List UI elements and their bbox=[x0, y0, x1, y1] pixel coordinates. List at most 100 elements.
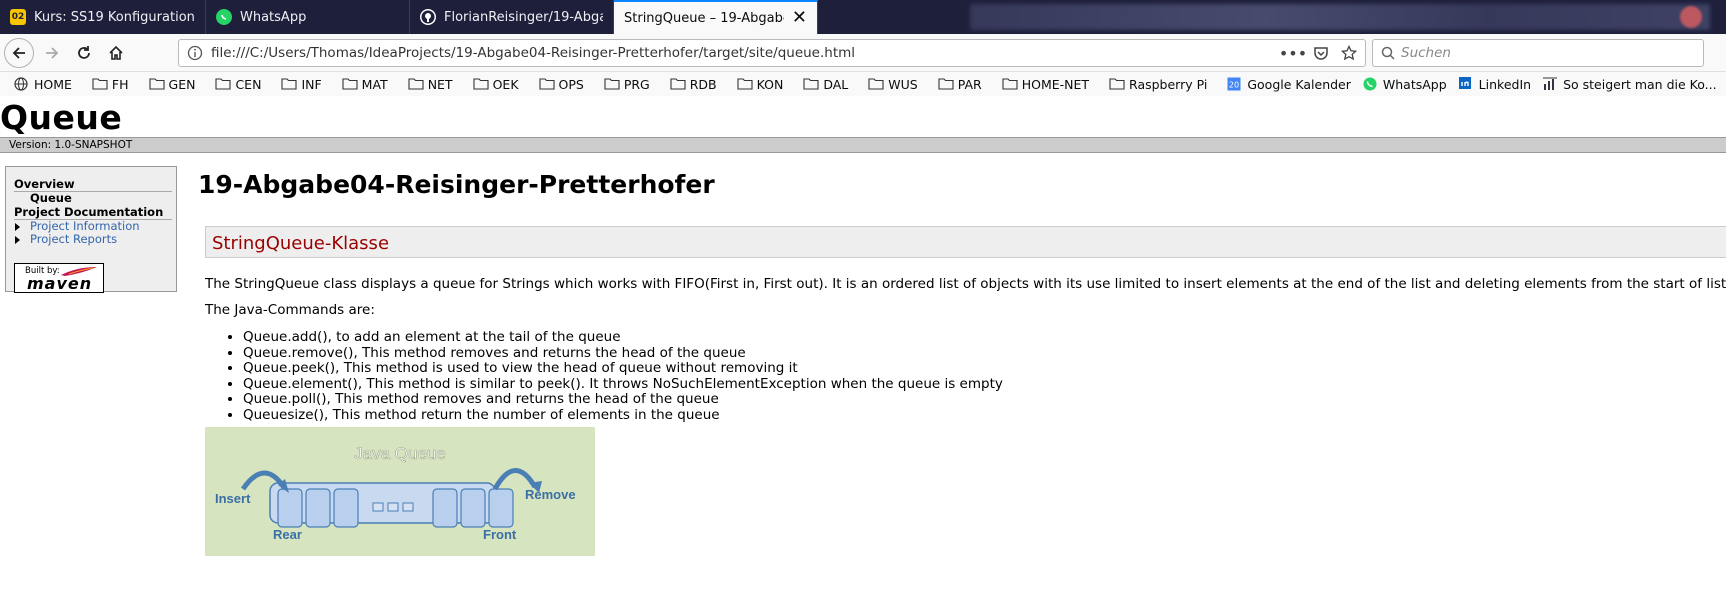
commands-list: Queue.add(), to add an element at the ta… bbox=[243, 329, 1003, 424]
home-button[interactable] bbox=[102, 39, 130, 67]
reload-icon bbox=[78, 46, 90, 59]
calendar-icon: 20 bbox=[1227, 77, 1243, 91]
queue-slot bbox=[460, 488, 486, 528]
back-button[interactable] bbox=[4, 38, 34, 68]
bookmark-item[interactable]: NET bbox=[404, 73, 457, 95]
front-label: Front bbox=[483, 527, 517, 542]
bookmark-item[interactable]: HOME-NET bbox=[998, 73, 1093, 95]
bookmark-label: LinkedIn bbox=[1478, 76, 1532, 92]
bookmark-item[interactable]: OPS bbox=[535, 73, 588, 95]
java-queue-diagram: Java Queue Insert Remove Rear Front bbox=[205, 427, 595, 556]
ellipsis-box bbox=[387, 502, 399, 512]
tab-strip: 02 Kurs: SS19 Konfigurationsmana WhatsAp… bbox=[0, 0, 1726, 34]
bookmark-label: RDB bbox=[689, 76, 717, 92]
list-item: Queue.element(), This method is similar … bbox=[243, 376, 1003, 393]
tab-title: StringQueue – 19-Abgabe04-Reisin bbox=[624, 10, 784, 26]
info-icon[interactable] bbox=[187, 45, 203, 61]
globe-icon bbox=[14, 77, 30, 91]
site-title: Queue bbox=[0, 98, 123, 137]
bookmark-item[interactable]: PAR bbox=[934, 73, 986, 95]
back-arrow-icon bbox=[12, 47, 25, 59]
linkedin-icon bbox=[1458, 77, 1475, 91]
queue-slot bbox=[333, 488, 359, 528]
tab-whatsapp[interactable]: WhatsApp bbox=[206, 0, 410, 34]
page-actions-button[interactable]: ••• bbox=[1279, 41, 1307, 65]
bookmarks-toolbar: HOME FH GEN CEN INF MAT NET OEK OPS PRG RDB KON DAL W… bbox=[0, 72, 1726, 96]
bookmark-item[interactable]: WUS bbox=[864, 73, 921, 95]
expand-triangle-icon bbox=[15, 236, 20, 244]
bookmark-label: INF bbox=[301, 76, 322, 92]
github-icon bbox=[420, 9, 436, 25]
blurred-badge bbox=[1680, 6, 1702, 28]
bookmark-item[interactable]: DAL bbox=[799, 73, 852, 95]
bookmark-item[interactable]: HOME bbox=[10, 73, 76, 95]
bookmark-label: NET bbox=[427, 76, 453, 92]
nav-link-label: Project Information bbox=[30, 219, 140, 233]
tab-title: WhatsApp bbox=[240, 9, 307, 25]
bookmark-label: OEK bbox=[492, 76, 519, 92]
bookmark-label: So steigert man die Ko... bbox=[1563, 76, 1717, 92]
remove-label: Remove bbox=[525, 487, 576, 502]
tab-title: Kurs: SS19 Konfigurationsmana bbox=[34, 9, 195, 25]
list-item: Queuesize(), This method return the numb… bbox=[243, 407, 1003, 424]
tab-github[interactable]: FlorianReisinger/19-Abgabe04- bbox=[410, 0, 614, 34]
bookmark-item[interactable]: KON bbox=[733, 73, 788, 95]
bookmark-star-icon[interactable] bbox=[1337, 41, 1361, 65]
queue-slot bbox=[432, 488, 458, 528]
bookmark-item[interactable]: INF bbox=[277, 73, 325, 95]
folder-icon bbox=[1109, 77, 1125, 91]
bookmark-label: CEN bbox=[235, 76, 262, 92]
project-title: 19-Abgabe04-Reisinger-Pretterhofer bbox=[198, 170, 715, 199]
bookmark-item[interactable]: LinkedIn bbox=[1455, 73, 1535, 95]
page-content: Queue Version: 1.0-SNAPSHOT Overview Que… bbox=[0, 96, 1726, 612]
expand-triangle-icon bbox=[15, 223, 20, 231]
nav-heading-overview: Overview bbox=[14, 177, 172, 192]
bookmark-label: WhatsApp bbox=[1382, 76, 1447, 92]
whatsapp-icon bbox=[1363, 77, 1379, 91]
bookmark-item[interactable]: PRG bbox=[600, 73, 654, 95]
folder-icon bbox=[342, 77, 358, 91]
bookmark-label: HOME bbox=[34, 76, 72, 92]
folder-icon bbox=[737, 77, 753, 91]
nav-link-project-reports[interactable]: Project Reports bbox=[14, 233, 176, 246]
bookmark-item[interactable]: GEN bbox=[145, 73, 200, 95]
bars-icon bbox=[1543, 77, 1559, 91]
folder-icon bbox=[868, 77, 884, 91]
reload-button[interactable] bbox=[70, 39, 98, 67]
maven-badge[interactable]: Built by: maven bbox=[14, 263, 104, 293]
list-item: Queue.add(), to add an element at the ta… bbox=[243, 329, 1003, 346]
commands-intro: The Java-Commands are: bbox=[205, 302, 375, 318]
bookmark-item[interactable]: RDB bbox=[666, 73, 721, 95]
bookmark-item[interactable]: So steigert man die Ko... bbox=[1539, 73, 1721, 95]
folder-icon bbox=[92, 77, 108, 91]
folder-icon bbox=[803, 77, 819, 91]
bookmark-label: MAT bbox=[361, 76, 388, 92]
bookmark-item[interactable]: 20 Google Kalender bbox=[1223, 73, 1355, 95]
pocket-icon[interactable] bbox=[1309, 41, 1333, 65]
ellipsis-box bbox=[372, 502, 384, 512]
bookmark-label: HOME-NET bbox=[1021, 76, 1090, 92]
intro-paragraph: The StringQueue class displays a queue f… bbox=[205, 276, 1726, 292]
bookmark-item[interactable]: OEK bbox=[469, 73, 523, 95]
bookmark-item[interactable]: Raspberry Pi bbox=[1105, 73, 1211, 95]
list-item: Queue.remove(), This method removes and … bbox=[243, 345, 1003, 362]
tab-stringqueue[interactable]: StringQueue – 19-Abgabe04-Reisin ✕ bbox=[614, 0, 818, 34]
svg-text:20: 20 bbox=[1229, 81, 1239, 90]
url-text[interactable]: file:///C:/Users/Thomas/IdeaProjects/19-… bbox=[211, 45, 1281, 61]
bookmark-item[interactable]: CEN bbox=[211, 73, 265, 95]
forward-button[interactable] bbox=[38, 39, 66, 67]
ellipsis-box bbox=[402, 502, 414, 512]
close-icon[interactable]: ✕ bbox=[792, 9, 807, 27]
bookmark-item[interactable]: WhatsApp bbox=[1359, 73, 1451, 95]
folder-icon bbox=[670, 77, 686, 91]
bookmark-item[interactable]: MAT bbox=[338, 73, 392, 95]
folder-icon bbox=[215, 77, 232, 91]
search-input[interactable]: Suchen bbox=[1401, 45, 1451, 61]
tab-moodle[interactable]: 02 Kurs: SS19 Konfigurationsmana bbox=[0, 0, 206, 34]
search-bar[interactable]: Suchen bbox=[1372, 39, 1704, 67]
nav-item-queue: Queue bbox=[30, 191, 72, 205]
bookmark-label: GEN bbox=[168, 76, 196, 92]
url-bar[interactable]: file:///C:/Users/Thomas/IdeaProjects/19-… bbox=[178, 39, 1366, 67]
bookmark-label: OPS bbox=[558, 76, 584, 92]
bookmark-item[interactable]: FH bbox=[88, 73, 133, 95]
